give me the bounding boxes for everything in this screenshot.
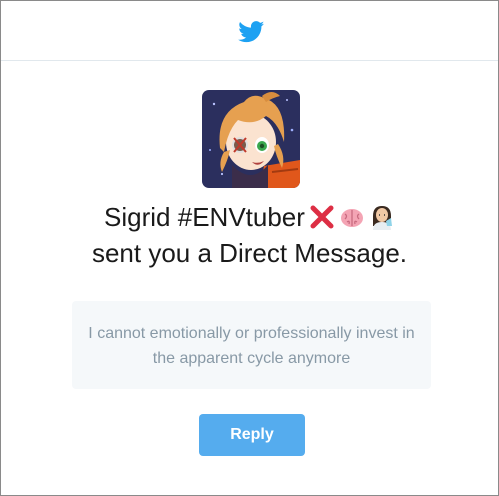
header-bar <box>1 1 498 61</box>
sender-avatar <box>202 90 300 188</box>
notification-headline: Sigrid #ENVtuber sent you a Direct Messa… <box>21 199 478 271</box>
email-notification-card: Sigrid #ENVtuber sent you a Direct Messa… <box>0 0 499 496</box>
brain-icon <box>340 209 363 227</box>
action-text: sent you a Direct Message. <box>91 238 408 268</box>
sender-name: Sigrid #ENVtuber <box>104 202 305 232</box>
woman-scientist-icon <box>372 206 392 230</box>
twitter-bird-icon <box>238 21 265 43</box>
sender-line: Sigrid #ENVtuber <box>21 199 478 235</box>
message-preview: I cannot emotionally or professionally i… <box>72 301 431 389</box>
cross-mark-icon <box>310 205 334 229</box>
message-text: I cannot emotionally or professionally i… <box>88 325 415 367</box>
reply-button[interactable]: Reply <box>199 414 305 456</box>
